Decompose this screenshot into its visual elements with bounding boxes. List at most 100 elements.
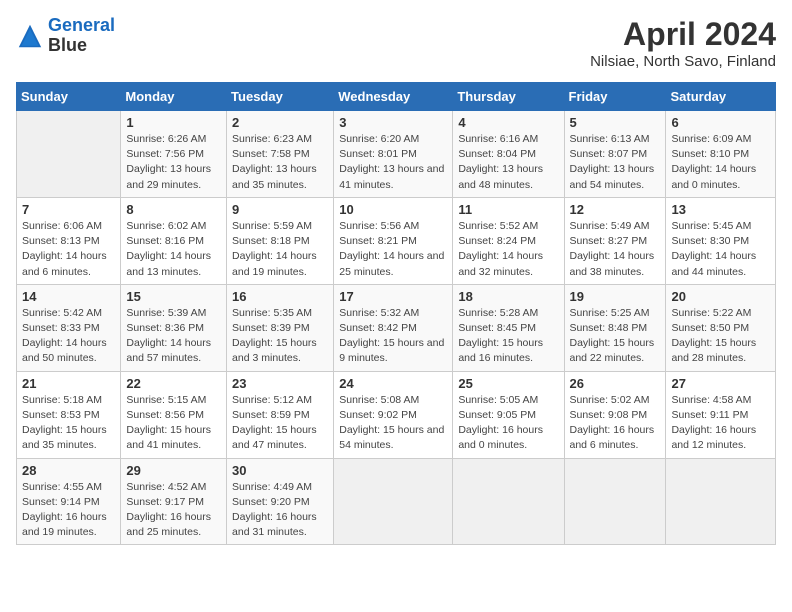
day-number: 18 <box>458 289 558 304</box>
logo: General Blue <box>16 16 115 56</box>
day-info: Sunrise: 5:49 AMSunset: 8:27 PMDaylight:… <box>570 219 661 280</box>
day-number: 24 <box>339 376 447 391</box>
calendar-row-1: 7 Sunrise: 6:06 AMSunset: 8:13 PMDaylight… <box>17 197 776 284</box>
day-info: Sunrise: 4:49 AMSunset: 9:20 PMDaylight:… <box>232 480 328 541</box>
day-number: 7 <box>22 202 115 217</box>
calendar-cell: 20 Sunrise: 5:22 AMSunset: 8:50 PMDayligh… <box>666 284 776 371</box>
day-number: 23 <box>232 376 328 391</box>
day-info: Sunrise: 5:52 AMSunset: 8:24 PMDaylight:… <box>458 219 558 280</box>
calendar-row-0: 1 Sunrise: 6:26 AMSunset: 7:56 PMDaylight… <box>17 111 776 198</box>
calendar-cell: 26 Sunrise: 5:02 AMSunset: 9:08 PMDayligh… <box>564 371 666 458</box>
calendar-cell: 1 Sunrise: 6:26 AMSunset: 7:56 PMDaylight… <box>121 111 227 198</box>
calendar-cell: 17Sunrise: 5:32 AMSunset: 8:42 PMDayligh… <box>334 284 453 371</box>
day-number: 14 <box>22 289 115 304</box>
day-number: 3 <box>339 115 447 130</box>
day-number: 8 <box>126 202 221 217</box>
day-number: 6 <box>671 115 770 130</box>
calendar-cell <box>17 111 121 198</box>
calendar-row-4: 28 Sunrise: 4:55 AMSunset: 9:14 PMDayligh… <box>17 458 776 545</box>
day-info: Sunrise: 6:26 AMSunset: 7:56 PMDaylight:… <box>126 132 221 193</box>
day-info: Sunrise: 4:55 AMSunset: 9:14 PMDaylight:… <box>22 480 115 541</box>
day-number: 10 <box>339 202 447 217</box>
logo-icon <box>16 22 44 50</box>
day-number: 27 <box>671 376 770 391</box>
calendar-cell: 13 Sunrise: 5:45 AMSunset: 8:30 PMDayligh… <box>666 197 776 284</box>
day-info: Sunrise: 6:20 AMSunset: 8:01 PMDaylight:… <box>339 132 447 193</box>
calendar-cell: 30 Sunrise: 4:49 AMSunset: 9:20 PMDayligh… <box>227 458 334 545</box>
calendar-cell: 5Sunrise: 6:13 AMSunset: 8:07 PMDaylight… <box>564 111 666 198</box>
header-cell-sunday: Sunday <box>17 83 121 111</box>
calendar-cell: 11 Sunrise: 5:52 AMSunset: 8:24 PMDayligh… <box>453 197 564 284</box>
calendar-cell: 25Sunrise: 5:05 AMSunset: 9:05 PMDayligh… <box>453 371 564 458</box>
day-info: Sunrise: 5:02 AMSunset: 9:08 PMDaylight:… <box>570 393 661 454</box>
day-number: 15 <box>126 289 221 304</box>
day-info: Sunrise: 4:58 AMSunset: 9:11 PMDaylight:… <box>671 393 770 454</box>
day-info: Sunrise: 5:39 AMSunset: 8:36 PMDaylight:… <box>126 306 221 367</box>
calendar-cell: 23Sunrise: 5:12 AMSunset: 8:59 PMDayligh… <box>227 371 334 458</box>
day-info: Sunrise: 5:08 AMSunset: 9:02 PMDaylight:… <box>339 393 447 454</box>
day-number: 25 <box>458 376 558 391</box>
day-info: Sunrise: 5:42 AMSunset: 8:33 PMDaylight:… <box>22 306 115 367</box>
calendar-cell: 6 Sunrise: 6:09 AMSunset: 8:10 PMDaylight… <box>666 111 776 198</box>
day-info: Sunrise: 4:52 AMSunset: 9:17 PMDaylight:… <box>126 480 221 541</box>
header-cell-thursday: Thursday <box>453 83 564 111</box>
calendar-cell <box>666 458 776 545</box>
day-info: Sunrise: 6:16 AMSunset: 8:04 PMDaylight:… <box>458 132 558 193</box>
calendar-cell: 19 Sunrise: 5:25 AMSunset: 8:48 PMDayligh… <box>564 284 666 371</box>
calendar-cell: 4 Sunrise: 6:16 AMSunset: 8:04 PMDaylight… <box>453 111 564 198</box>
day-number: 28 <box>22 463 115 478</box>
day-number: 21 <box>22 376 115 391</box>
calendar-cell: 3 Sunrise: 6:20 AMSunset: 8:01 PMDaylight… <box>334 111 453 198</box>
header-cell-saturday: Saturday <box>666 83 776 111</box>
day-number: 2 <box>232 115 328 130</box>
calendar-cell: 24 Sunrise: 5:08 AMSunset: 9:02 PMDayligh… <box>334 371 453 458</box>
day-info: Sunrise: 5:25 AMSunset: 8:48 PMDaylight:… <box>570 306 661 367</box>
day-number: 29 <box>126 463 221 478</box>
header-cell-tuesday: Tuesday <box>227 83 334 111</box>
calendar-cell: 22 Sunrise: 5:15 AMSunset: 8:56 PMDayligh… <box>121 371 227 458</box>
day-number: 16 <box>232 289 328 304</box>
day-number: 13 <box>671 202 770 217</box>
day-info: Sunrise: 5:15 AMSunset: 8:56 PMDaylight:… <box>126 393 221 454</box>
title-block: April 2024 Nilsiae, North Savo, Finland <box>590 16 776 70</box>
day-info: Sunrise: 6:02 AMSunset: 8:16 PMDaylight:… <box>126 219 221 280</box>
header-cell-wednesday: Wednesday <box>334 83 453 111</box>
day-number: 9 <box>232 202 328 217</box>
header-cell-monday: Monday <box>121 83 227 111</box>
calendar-cell: 15 Sunrise: 5:39 AMSunset: 8:36 PMDayligh… <box>121 284 227 371</box>
calendar-cell: 7 Sunrise: 6:06 AMSunset: 8:13 PMDaylight… <box>17 197 121 284</box>
calendar-cell <box>334 458 453 545</box>
calendar-cell: 2Sunrise: 6:23 AMSunset: 7:58 PMDaylight… <box>227 111 334 198</box>
calendar-subtitle: Nilsiae, North Savo, Finland <box>590 53 776 70</box>
calendar-cell: 14 Sunrise: 5:42 AMSunset: 8:33 PMDayligh… <box>17 284 121 371</box>
calendar-cell: 18Sunrise: 5:28 AMSunset: 8:45 PMDayligh… <box>453 284 564 371</box>
calendar-cell: 21 Sunrise: 5:18 AMSunset: 8:53 PMDayligh… <box>17 371 121 458</box>
day-number: 20 <box>671 289 770 304</box>
day-info: Sunrise: 6:09 AMSunset: 8:10 PMDaylight:… <box>671 132 770 193</box>
day-number: 26 <box>570 376 661 391</box>
day-info: Sunrise: 6:13 AMSunset: 8:07 PMDaylight:… <box>570 132 661 193</box>
day-number: 11 <box>458 202 558 217</box>
header-cell-friday: Friday <box>564 83 666 111</box>
day-number: 19 <box>570 289 661 304</box>
day-number: 4 <box>458 115 558 130</box>
day-number: 17 <box>339 289 447 304</box>
day-info: Sunrise: 6:06 AMSunset: 8:13 PMDaylight:… <box>22 219 115 280</box>
calendar-cell <box>564 458 666 545</box>
calendar-title: April 2024 <box>590 16 776 53</box>
calendar-cell: 8 Sunrise: 6:02 AMSunset: 8:16 PMDaylight… <box>121 197 227 284</box>
calendar-cell: 28 Sunrise: 4:55 AMSunset: 9:14 PMDayligh… <box>17 458 121 545</box>
day-number: 30 <box>232 463 328 478</box>
calendar-row-3: 21 Sunrise: 5:18 AMSunset: 8:53 PMDayligh… <box>17 371 776 458</box>
calendar-cell: 27 Sunrise: 4:58 AMSunset: 9:11 PMDayligh… <box>666 371 776 458</box>
page-header: General Blue April 2024 Nilsiae, North S… <box>16 16 776 70</box>
day-info: Sunrise: 5:59 AMSunset: 8:18 PMDaylight:… <box>232 219 328 280</box>
day-info: Sunrise: 5:22 AMSunset: 8:50 PMDaylight:… <box>671 306 770 367</box>
calendar-cell: 29 Sunrise: 4:52 AMSunset: 9:17 PMDayligh… <box>121 458 227 545</box>
calendar-cell: 9 Sunrise: 5:59 AMSunset: 8:18 PMDaylight… <box>227 197 334 284</box>
day-number: 22 <box>126 376 221 391</box>
calendar-cell: 10Sunrise: 5:56 AMSunset: 8:21 PMDayligh… <box>334 197 453 284</box>
day-info: Sunrise: 5:45 AMSunset: 8:30 PMDaylight:… <box>671 219 770 280</box>
day-info: Sunrise: 5:18 AMSunset: 8:53 PMDaylight:… <box>22 393 115 454</box>
day-number: 1 <box>126 115 221 130</box>
